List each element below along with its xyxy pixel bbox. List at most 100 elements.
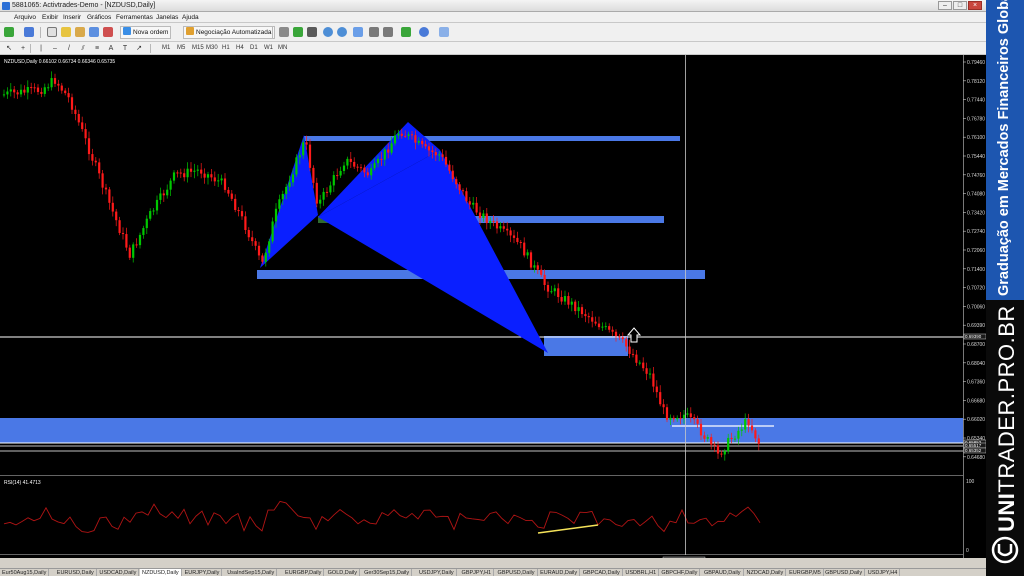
toolbar-separator	[30, 44, 31, 53]
chart-tab[interactable]: GBPUSD,Daily	[496, 569, 538, 576]
price-tick-label: 0.64680	[967, 455, 985, 461]
data-window-icon[interactable]	[60, 26, 72, 38]
chart-tab[interactable]: Eur50Aug15,Daily	[0, 569, 50, 576]
timeframe-d1[interactable]: D1	[250, 44, 258, 53]
timeframe-m15[interactable]: M15	[192, 44, 204, 53]
autoscroll-icon[interactable]	[382, 26, 394, 38]
rsi-tick-label: 100	[966, 479, 975, 485]
menu-janelas[interactable]: Janelas	[156, 14, 178, 21]
main-toolbar: Nova ordem Negociação Automatizada	[0, 23, 986, 61]
crosshair-date-tag	[662, 556, 706, 565]
menu-ajuda[interactable]: Ajuda	[182, 14, 199, 21]
timeframe-h4[interactable]: H4	[236, 44, 244, 53]
chart-tab[interactable]: GBPCHF,Daily	[659, 569, 701, 576]
app-root: 5881065: Activtrades-Demo - [NZDUSD,Dail…	[0, 0, 1024, 576]
maximize-button[interactable]: □	[953, 1, 967, 10]
price-tick-label: 0.79460	[967, 60, 985, 66]
chart-tab[interactable]: NZDUSD,Daily	[140, 569, 182, 576]
chart-tab[interactable]: EURJPY,Daily	[183, 569, 223, 576]
price-tick-label: 0.74080	[967, 192, 985, 198]
menu-arquivo[interactable]: Arquivo	[14, 14, 36, 21]
price-tick-label: 0.78120	[967, 79, 985, 85]
market-watch-icon[interactable]	[46, 26, 58, 38]
periods-icon[interactable]	[418, 26, 430, 38]
zoom-in-icon[interactable]	[322, 26, 334, 38]
indicators-icon[interactable]	[400, 26, 412, 38]
auto-trading-button[interactable]: Negociação Automatizada	[183, 26, 275, 39]
terminal-icon[interactable]	[88, 26, 100, 38]
menu-graficos[interactable]: Gráficos	[87, 14, 111, 21]
chart-tab[interactable]: GOLD,Daily	[326, 569, 360, 576]
chart-tab[interactable]: EURUSD,Daily	[55, 569, 97, 576]
chart-tab[interactable]: GBPAUD,Daily	[702, 569, 744, 576]
chart-tab[interactable]: GBPUSD,Daily	[823, 569, 866, 576]
timeframe-m5[interactable]: M5	[177, 44, 185, 53]
chart-tab[interactable]: USDJPY,Daily	[417, 569, 457, 576]
new-chart-icon[interactable]	[3, 26, 15, 38]
toolbar-separator	[272, 27, 273, 38]
resistance-zone[interactable]	[304, 136, 680, 141]
timeframe-mn[interactable]: MN	[278, 44, 287, 53]
title-bar: 5881065: Activtrades-Demo - [NZDUSD,Dail…	[0, 0, 986, 12]
chart-tab[interactable]: UsaIndSep15,Daily	[225, 569, 278, 576]
cursor-icon[interactable]: ↖	[4, 44, 14, 53]
rsi-tick-label: 0	[966, 548, 969, 554]
trading-window: 5881065: Activtrades-Demo - [NZDUSD,Dail…	[0, 0, 987, 576]
chart-tab[interactable]: EURGBP,Daily	[283, 569, 325, 576]
chart-tab[interactable]: Ger30Sep15,Daily	[362, 569, 413, 576]
menu-ferramentas[interactable]: Ferramentas	[116, 14, 153, 21]
chart-shift-icon[interactable]	[368, 26, 380, 38]
candle	[529, 250, 533, 270]
chart-tab[interactable]: USDJPY,H4	[866, 569, 901, 576]
vertical-line-icon[interactable]: |	[36, 44, 46, 53]
price-tick-label: 0.72060	[967, 248, 985, 254]
major-support-zone[interactable]	[0, 418, 963, 443]
target-zone[interactable]	[544, 336, 628, 356]
menu-exibir[interactable]: Exibir	[42, 14, 58, 21]
label-icon[interactable]: T	[120, 44, 130, 53]
profiles-icon[interactable]	[23, 26, 35, 38]
price-tick-label: 0.68040	[967, 361, 985, 367]
chart-tab[interactable]: EURAUD,Daily	[538, 569, 581, 576]
timeframe-m1[interactable]: M1	[162, 44, 170, 53]
chart-tab[interactable]: USDCAD,Daily	[97, 569, 140, 576]
templates-icon[interactable]	[438, 26, 450, 38]
crosshair-icon[interactable]: +	[18, 44, 28, 53]
close-button[interactable]: ×	[968, 1, 982, 10]
new-order-label: Nova ordem	[133, 29, 169, 36]
window-title: 5881065: Activtrades-Demo - [NZDUSD,Dail…	[12, 2, 156, 9]
brand-tagline: Graduação em Mercados Financeiros Globai…	[996, 0, 1012, 296]
text-icon[interactable]: A	[106, 44, 116, 53]
fibonacci-icon[interactable]: ≡	[92, 44, 102, 53]
chart-tab[interactable]: USDBRL,H1	[623, 569, 660, 576]
line-chart-icon[interactable]	[306, 26, 318, 38]
chart-tab[interactable]: GBPCAD,Daily	[581, 569, 623, 576]
price-tick-label: 0.66680	[967, 398, 985, 404]
navigator-icon[interactable]	[74, 26, 86, 38]
timeframe-h1[interactable]: H1	[222, 44, 230, 53]
arrow-icon[interactable]: ↗	[134, 44, 144, 53]
timeframe-m30[interactable]: M30	[206, 44, 218, 53]
new-order-button[interactable]: Nova ordem	[120, 26, 172, 39]
chart-area[interactable]: 0.79460 0.78120 0.77440 0.76780 0.76100 0.754…	[0, 55, 987, 565]
price-tick-label: 0.73420	[967, 210, 985, 216]
chart-tab[interactable]: NZDCAD,Daily	[745, 569, 787, 576]
chart-tab[interactable]: GBPJPY,H1	[460, 569, 495, 576]
price-tick-label: 0.72740	[967, 229, 985, 235]
price-chart[interactable]: 0.79460 0.78120 0.77440 0.76780 0.76100 0.754…	[0, 55, 987, 565]
channel-icon[interactable]: ⫽	[78, 44, 88, 53]
minimize-button[interactable]: –	[938, 1, 952, 10]
chart-tab[interactable]: EURGBP,M5	[787, 569, 824, 576]
trendline-icon[interactable]: /	[64, 44, 74, 53]
candle-chart-icon[interactable]	[292, 26, 304, 38]
zoom-out-icon[interactable]	[336, 26, 348, 38]
tile-windows-icon[interactable]	[352, 26, 364, 38]
brand-site-rest: TRADER.PRO.BR	[994, 305, 1019, 493]
timeframe-w1[interactable]: W1	[264, 44, 273, 53]
menu-inserir[interactable]: Inserir	[63, 14, 81, 21]
horizontal-line-icon[interactable]: –	[50, 44, 60, 53]
strategy-tester-icon[interactable]	[102, 26, 114, 38]
bar-chart-icon[interactable]	[278, 26, 290, 38]
price-tick-label: 0.76780	[967, 116, 985, 122]
menu-bar: Arquivo Exibir Inserir Gráficos Ferramen…	[0, 12, 986, 23]
